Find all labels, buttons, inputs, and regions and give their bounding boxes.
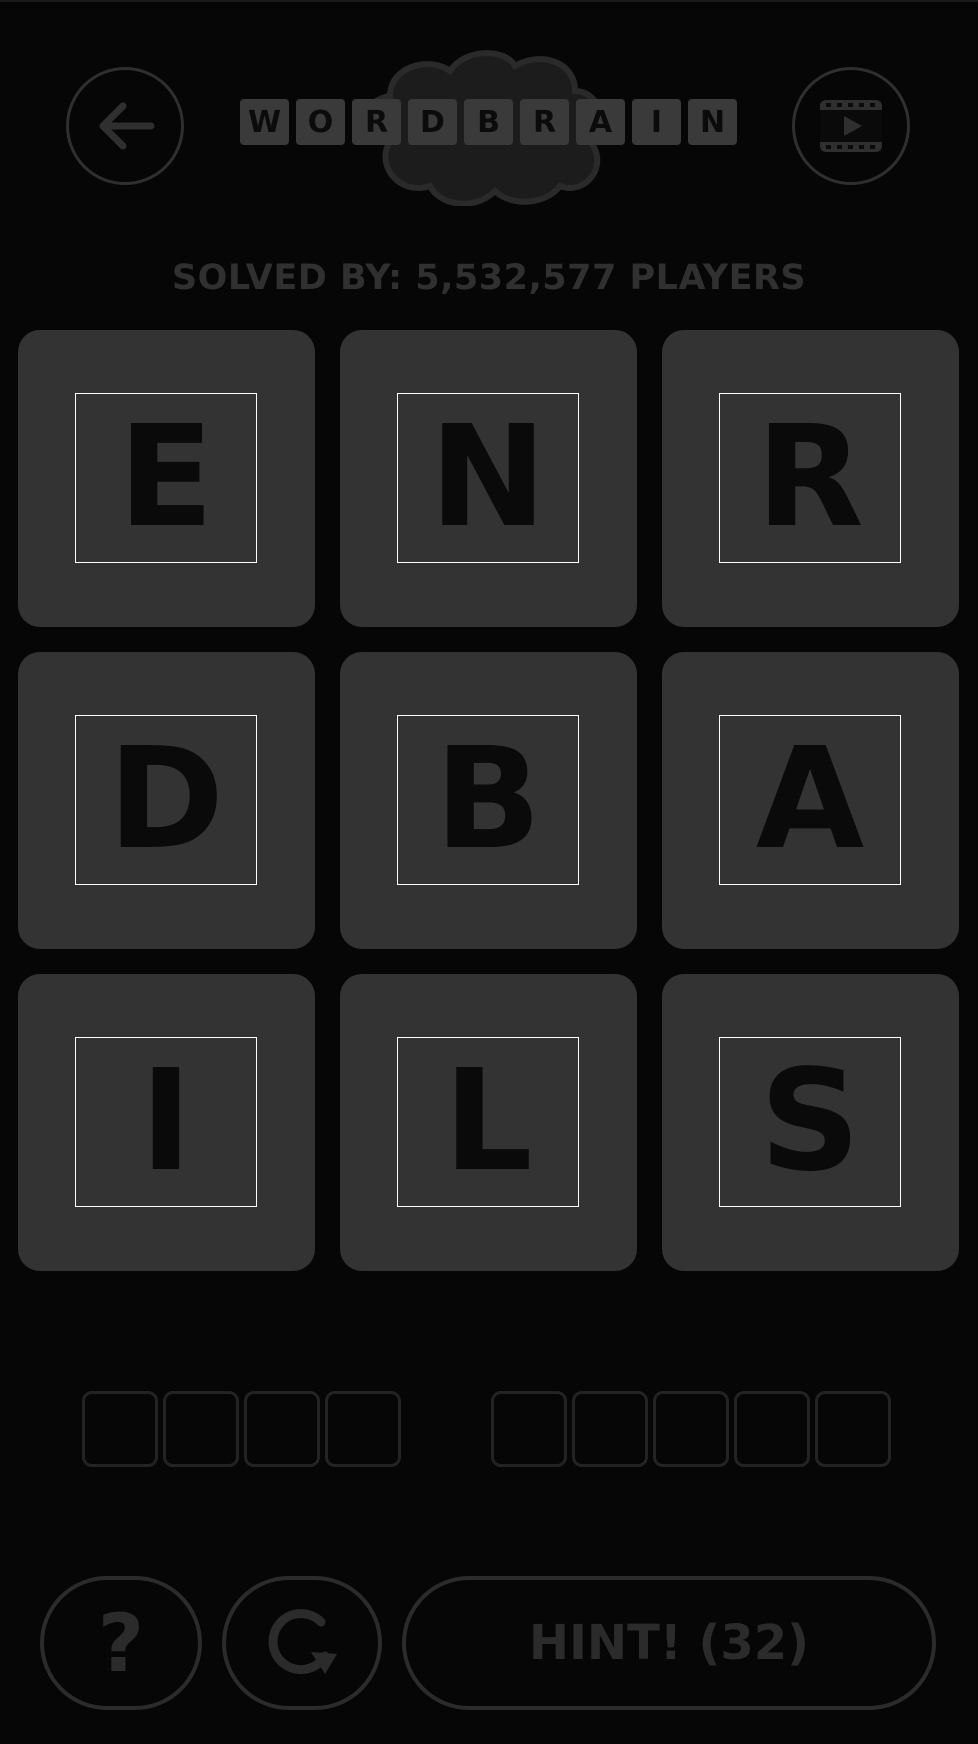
letter-tile-label: R bbox=[719, 393, 901, 563]
letter-tile[interactable]: L bbox=[340, 974, 637, 1271]
letter-tile-label: I bbox=[75, 1037, 257, 1207]
solved-by-count: SOLVED BY: 5,532,577 PLAYERS bbox=[171, 258, 807, 298]
letter-tile[interactable]: I bbox=[18, 974, 315, 1271]
wordbrain-logo: WORDBRAIN bbox=[240, 46, 738, 206]
letter-tile-label: A bbox=[719, 715, 901, 885]
letter-tile[interactable]: S bbox=[662, 974, 959, 1271]
logo-letter-tile: W bbox=[240, 99, 289, 145]
logo-letter-tile: R bbox=[352, 99, 401, 145]
letter-grid: ENR DBA ILS bbox=[18, 330, 959, 1271]
answer-letter-slot bbox=[815, 1391, 891, 1467]
logo-letter-tile: I bbox=[632, 99, 681, 145]
logo-letter-tile: A bbox=[576, 99, 625, 145]
letter-tile[interactable]: A bbox=[662, 652, 959, 949]
answer-word-2 bbox=[491, 1391, 891, 1467]
answer-word-1 bbox=[82, 1391, 401, 1467]
answer-letter-slot bbox=[163, 1391, 239, 1467]
back-button[interactable] bbox=[66, 67, 184, 185]
letter-tile-label: D bbox=[75, 715, 257, 885]
letter-tile[interactable]: D bbox=[18, 652, 315, 949]
letter-tile-label: B bbox=[397, 715, 579, 885]
logo-letter-tile: D bbox=[408, 99, 457, 145]
letter-tile-label: N bbox=[397, 393, 579, 563]
video-button[interactable] bbox=[792, 67, 910, 185]
hint-button[interactable]: HINT! (32) bbox=[402, 1576, 936, 1710]
answer-letter-slot bbox=[491, 1391, 567, 1467]
restart-icon bbox=[268, 1609, 337, 1675]
answer-letter-slot bbox=[734, 1391, 810, 1467]
video-play-icon bbox=[820, 100, 882, 152]
letter-tile-label: L bbox=[397, 1037, 579, 1207]
letter-tile[interactable]: E bbox=[18, 330, 315, 627]
letter-tile-label: E bbox=[75, 393, 257, 563]
help-button[interactable]: ? bbox=[40, 1576, 202, 1710]
letter-tile[interactable]: N bbox=[340, 330, 637, 627]
letter-tile[interactable]: R bbox=[662, 330, 959, 627]
answer-letter-slot bbox=[244, 1391, 320, 1467]
answer-letter-slot bbox=[653, 1391, 729, 1467]
arrow-left-icon bbox=[99, 102, 155, 150]
top-border bbox=[0, 0, 978, 2]
answer-letter-slot bbox=[82, 1391, 158, 1467]
letter-tile[interactable]: B bbox=[340, 652, 637, 949]
logo-letter-tile: R bbox=[520, 99, 569, 145]
letter-tile-label: S bbox=[719, 1037, 901, 1207]
answer-letter-slot bbox=[572, 1391, 648, 1467]
logo-letter-tile: N bbox=[688, 99, 737, 145]
answer-letter-slot bbox=[325, 1391, 401, 1467]
restart-button[interactable] bbox=[222, 1576, 382, 1710]
logo-letter-tile: B bbox=[464, 99, 513, 145]
logo-letter-tile: O bbox=[296, 99, 345, 145]
